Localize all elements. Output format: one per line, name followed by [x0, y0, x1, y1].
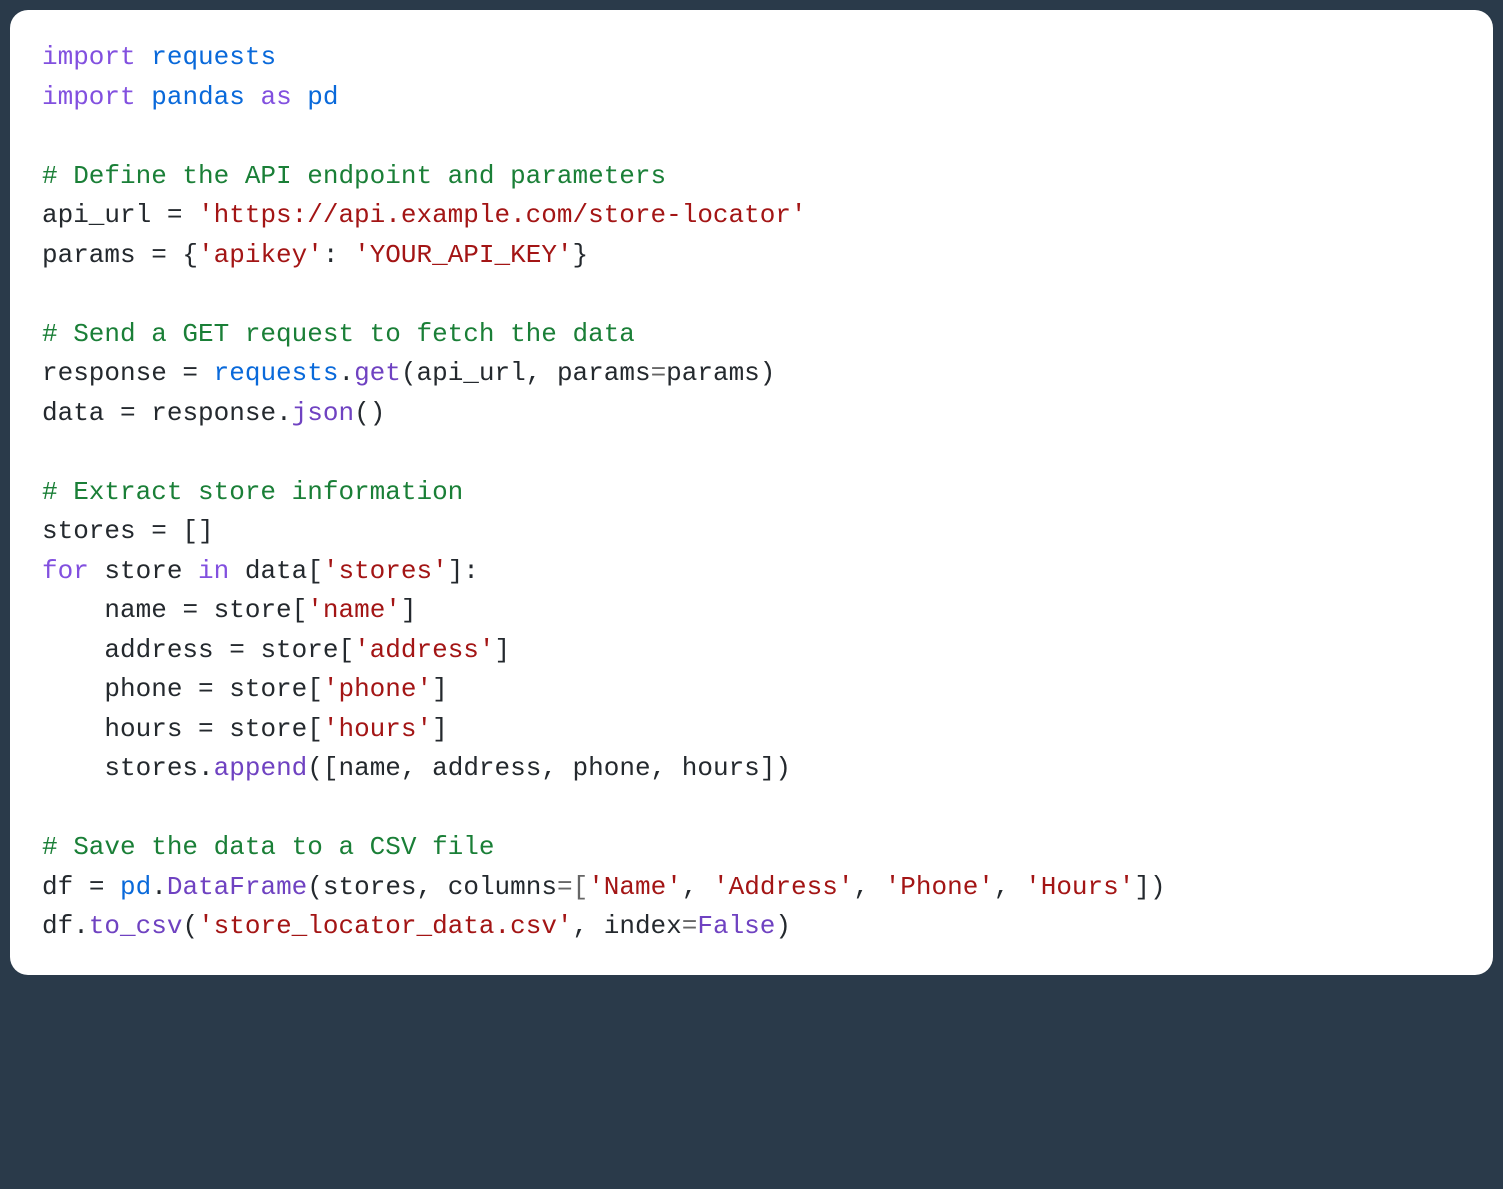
comment: # Send a GET request to fetch the data: [42, 319, 635, 349]
var-data: data: [42, 398, 104, 428]
comment: # Extract store information: [42, 477, 463, 507]
var-response: response: [42, 358, 167, 388]
keyword-in: in: [198, 556, 229, 586]
fn-json: json: [292, 398, 354, 428]
alias-pd: pd: [307, 82, 338, 112]
cls-dataframe: DataFrame: [167, 872, 307, 902]
string-col-phone: 'Phone': [885, 872, 994, 902]
keyword-import: import: [42, 82, 136, 112]
obj-pd: pd: [120, 872, 151, 902]
string-hours: 'hours': [323, 714, 432, 744]
fn-to-csv: to_csv: [89, 911, 183, 941]
string-apikey-val: 'YOUR_API_KEY': [354, 240, 572, 270]
fn-get: get: [354, 358, 401, 388]
const-false: False: [697, 911, 775, 941]
keyword-import: import: [42, 42, 136, 72]
keyword-for: for: [42, 556, 89, 586]
var-stores: stores: [42, 516, 136, 546]
string-col-name: 'Name': [588, 872, 682, 902]
keyword-as: as: [260, 82, 291, 112]
python-code[interactable]: import requests import pandas as pd # De…: [42, 38, 1461, 947]
var-df: df: [42, 872, 73, 902]
string-csv-filename: 'store_locator_data.csv': [198, 911, 572, 941]
module-requests: requests: [151, 42, 276, 72]
code-block: import requests import pandas as pd # De…: [10, 10, 1493, 975]
var-params: params: [42, 240, 136, 270]
obj-requests: requests: [214, 358, 339, 388]
string-col-hours: 'Hours': [1025, 872, 1134, 902]
fn-append: append: [214, 753, 308, 783]
string-address: 'address': [354, 635, 494, 665]
module-pandas: pandas: [151, 82, 245, 112]
comment: # Define the API endpoint and parameters: [42, 161, 666, 191]
string-name: 'name': [307, 595, 401, 625]
string-col-address: 'Address': [713, 872, 853, 902]
var-api-url: api_url: [42, 200, 151, 230]
string-apikey: 'apikey': [198, 240, 323, 270]
string-stores: 'stores': [323, 556, 448, 586]
string-url: 'https://api.example.com/store-locator': [198, 200, 807, 230]
string-phone: 'phone': [323, 674, 432, 704]
comment: # Save the data to a CSV file: [42, 832, 494, 862]
